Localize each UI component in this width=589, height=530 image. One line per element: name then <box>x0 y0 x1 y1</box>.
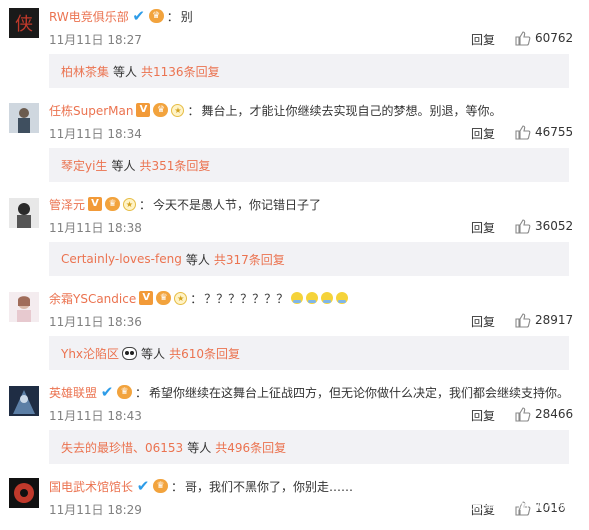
like-count: 28466 <box>535 407 574 421</box>
comment-username[interactable]: RW电竞俱乐部 <box>49 8 129 25</box>
sub-reply-summary[interactable]: Yhx沦陷区 等人 共610条回复 <box>49 336 569 370</box>
colon-separator: ： <box>190 291 203 306</box>
avatar[interactable] <box>9 292 39 322</box>
colon-separator: ： <box>187 103 200 118</box>
verified-icon: ✔ <box>136 477 150 495</box>
like-count: 28917 <box>535 313 574 327</box>
comment-text: 舞台上，才能让你继续去实现自己的梦想。别退，等你。 <box>201 103 502 118</box>
verified-icon: ✔ <box>100 383 114 401</box>
others-label: 等人 <box>185 252 210 267</box>
comment-time: 11月11日 18:43 <box>49 409 142 423</box>
comment-text: 希望你继续在这舞台上征战四方，但无论你做什么决定，我们都会继续支持你。 <box>149 385 570 400</box>
vip-icon: ♛ <box>156 291 172 305</box>
crying-emoji-icon <box>336 292 349 304</box>
like-count: 60762 <box>535 31 574 45</box>
colon-separator: ： <box>166 9 179 24</box>
others-label: 等人 <box>111 158 136 173</box>
crying-emoji-icon <box>306 292 319 304</box>
comment-text: ？？？？？？？ <box>204 291 289 306</box>
reply-button[interactable]: 回复 <box>471 31 495 48</box>
reply-total-link[interactable]: 共1136条回复 <box>141 63 220 80</box>
comment-username[interactable]: 国电武术馆馆长 <box>49 478 133 495</box>
sub-reply-user[interactable]: 柏林茶集 <box>61 63 109 80</box>
sub-reply-user[interactable]: Yhx沦陷区 <box>61 345 119 362</box>
thumbs-up-icon[interactable] <box>515 125 531 140</box>
sub-reply-summary[interactable]: 柏林茶集 等人 共1136条回复 <box>49 54 569 88</box>
medal-icon: ★ <box>171 103 185 117</box>
crying-emoji-icon <box>321 292 334 304</box>
comment-username[interactable]: 任栋SuperMan <box>49 102 133 119</box>
reply-total-link[interactable]: 共496条回复 <box>215 439 286 456</box>
sub-reply-summary[interactable]: 琴定yi生 等人 共351条回复 <box>49 148 569 182</box>
colon-separator: ： <box>171 479 184 494</box>
comment-text: 今天不是愚人节，你记错日子了 <box>153 197 322 212</box>
avatar[interactable]: 侠 <box>9 8 39 38</box>
sub-reply-user[interactable]: Certainly-loves-feng <box>61 252 182 266</box>
sub-reply-user[interactable]: 失去的最珍惜、06153 <box>61 439 183 456</box>
sub-reply-summary[interactable]: Certainly-loves-feng 等人 共317条回复 <box>49 242 569 276</box>
verified-icon: V <box>136 103 151 117</box>
vip-icon: ♛ <box>148 9 164 23</box>
reply-button[interactable]: 回复 <box>471 313 495 330</box>
others-label: 等人 <box>113 64 138 79</box>
thumbs-up-icon[interactable] <box>515 407 531 422</box>
others-label: 等人 <box>141 346 166 361</box>
colon-separator: ： <box>135 385 148 400</box>
reply-button[interactable]: 回复 <box>471 219 495 236</box>
thumbs-up-icon[interactable] <box>515 31 531 46</box>
medal-icon: ★ <box>123 197 137 211</box>
comment-text: 哥，我们不黑你了，你别走…… <box>185 479 354 494</box>
reply-button[interactable]: 回复 <box>471 407 495 424</box>
avatar[interactable] <box>9 386 39 416</box>
vip-icon: ♛ <box>153 103 169 117</box>
medal-icon: ★ <box>174 291 188 305</box>
verified-icon: V <box>88 197 103 211</box>
reply-button[interactable]: 回复 <box>471 125 495 142</box>
comment-text: 别 <box>180 9 193 24</box>
avatar[interactable] <box>9 478 39 508</box>
reply-total-link[interactable]: 共610条回复 <box>169 345 240 362</box>
like-count: 46755 <box>535 125 574 139</box>
panda-emoji-icon <box>122 346 138 360</box>
reply-total-link[interactable]: 共317条回复 <box>214 251 285 268</box>
sub-reply-user[interactable]: 琴定yi生 <box>61 157 107 174</box>
comment-username[interactable]: 管泽元 <box>49 196 85 213</box>
others-label: 等人 <box>187 440 212 455</box>
comment-time: 11月11日 18:34 <box>49 127 142 141</box>
comment-username[interactable]: 英雄联盟 <box>49 384 97 401</box>
crying-emoji-icon <box>291 292 304 304</box>
verified-icon: ✔ <box>132 7 145 25</box>
comment-time: 11月11日 18:36 <box>49 315 142 329</box>
avatar[interactable] <box>9 198 39 228</box>
vip-icon: ♛ <box>117 385 133 399</box>
sub-reply-summary[interactable]: 失去的最珍惜、06153 等人 共496条回复 <box>49 430 569 464</box>
thumbs-up-icon[interactable] <box>515 219 531 234</box>
comment-time: 11月11日 18:27 <box>49 33 142 47</box>
verified-icon: V <box>139 291 154 305</box>
vip-icon: ♛ <box>105 197 121 211</box>
reply-total-link[interactable]: 共351条回复 <box>139 157 210 174</box>
comment-time: 11月11日 18:38 <box>49 221 142 235</box>
svg-text:侠: 侠 <box>15 14 33 35</box>
thumbs-up-icon[interactable] <box>515 313 531 328</box>
vip-icon: ♛ <box>153 479 169 493</box>
like-count: 36052 <box>535 219 574 233</box>
colon-separator: ： <box>139 197 152 212</box>
watermark: 头条 @ 游戏大咖 <box>470 498 570 513</box>
avatar[interactable] <box>9 103 39 133</box>
comment-username[interactable]: 余霜YSCandice <box>49 290 136 307</box>
comment-time: 11月11日 18:29 <box>49 503 142 517</box>
